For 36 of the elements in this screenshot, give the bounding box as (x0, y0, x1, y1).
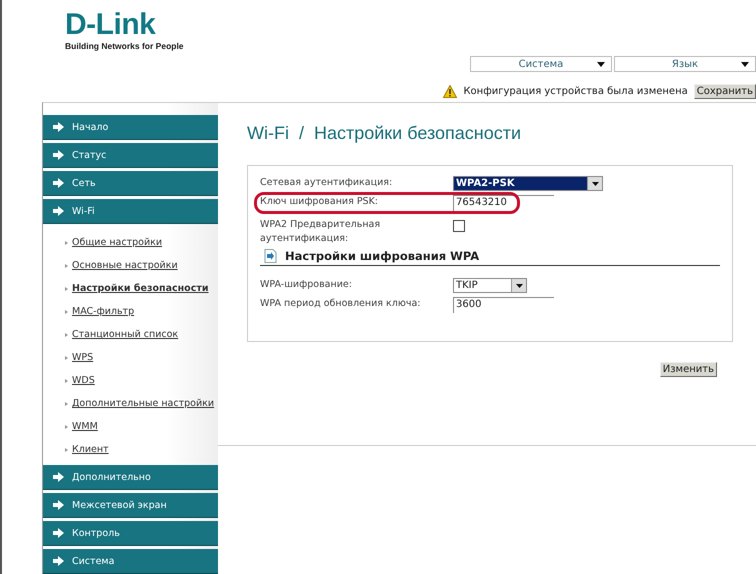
input-field[interactable]: 3600 (453, 297, 554, 313)
menu-dropdown[interactable]: Система (470, 56, 612, 72)
input-field[interactable]: 76543210 (453, 195, 554, 211)
submenu-link[interactable]: WPS (72, 352, 94, 363)
logo-wordmark: D-Link (65, 10, 157, 40)
sidebar-item[interactable]: Сеть (43, 171, 218, 196)
submenu-link[interactable]: Станционный список (72, 329, 178, 340)
field-label: WPA2 Предварительная аутентификация: (260, 218, 382, 246)
sidebar-item[interactable]: Статус (43, 143, 218, 168)
apply-button[interactable]: Изменить (660, 362, 717, 377)
field-label: WPA период обновления ключа: (260, 297, 422, 311)
submenu-link[interactable]: Основные настройки (72, 260, 178, 271)
sidebar-item[interactable]: Дополнительно (43, 465, 218, 490)
submenu-link[interactable]: Настройки безопасности (72, 283, 209, 294)
select-field[interactable]: TKIP (453, 278, 527, 293)
sidebar-item[interactable]: Начало (43, 115, 218, 140)
sidebar-item[interactable]: Межсетевой экран (43, 493, 218, 518)
sidebar-item[interactable]: Контроль (43, 521, 218, 546)
submenu-link[interactable]: Дополнительные настройки (72, 398, 214, 409)
select-field[interactable]: WPA2-PSK (453, 176, 603, 191)
submenu-link[interactable]: Клиент (72, 444, 109, 455)
notice-text: Конфигурация устройства была изменена (463, 86, 688, 96)
sidebar-item[interactable]: Система (43, 549, 218, 574)
submenu-link[interactable]: WDS (72, 375, 95, 386)
field-label: Сетевая аутентификация: (260, 176, 394, 190)
field-label: Ключ шифрования PSK: (260, 195, 380, 209)
logo-tagline: Building Networks for People (65, 41, 185, 51)
submenu-link[interactable]: Общие настройки (72, 237, 162, 248)
sidebar-item[interactable]: Wi-Fi (43, 199, 218, 224)
section-heading: Настройки шифрования WPA (285, 249, 480, 263)
menu-dropdown[interactable]: Язык (614, 56, 756, 72)
submenu-link[interactable]: MAC-фильтр (72, 306, 134, 317)
page-title: Wi-Fi / Настройки безопасности (247, 123, 522, 144)
save-button[interactable]: Сохранить (694, 84, 756, 98)
submenu-link[interactable]: WMM (72, 421, 98, 432)
field-label: WPA-шифрование: (260, 278, 353, 292)
